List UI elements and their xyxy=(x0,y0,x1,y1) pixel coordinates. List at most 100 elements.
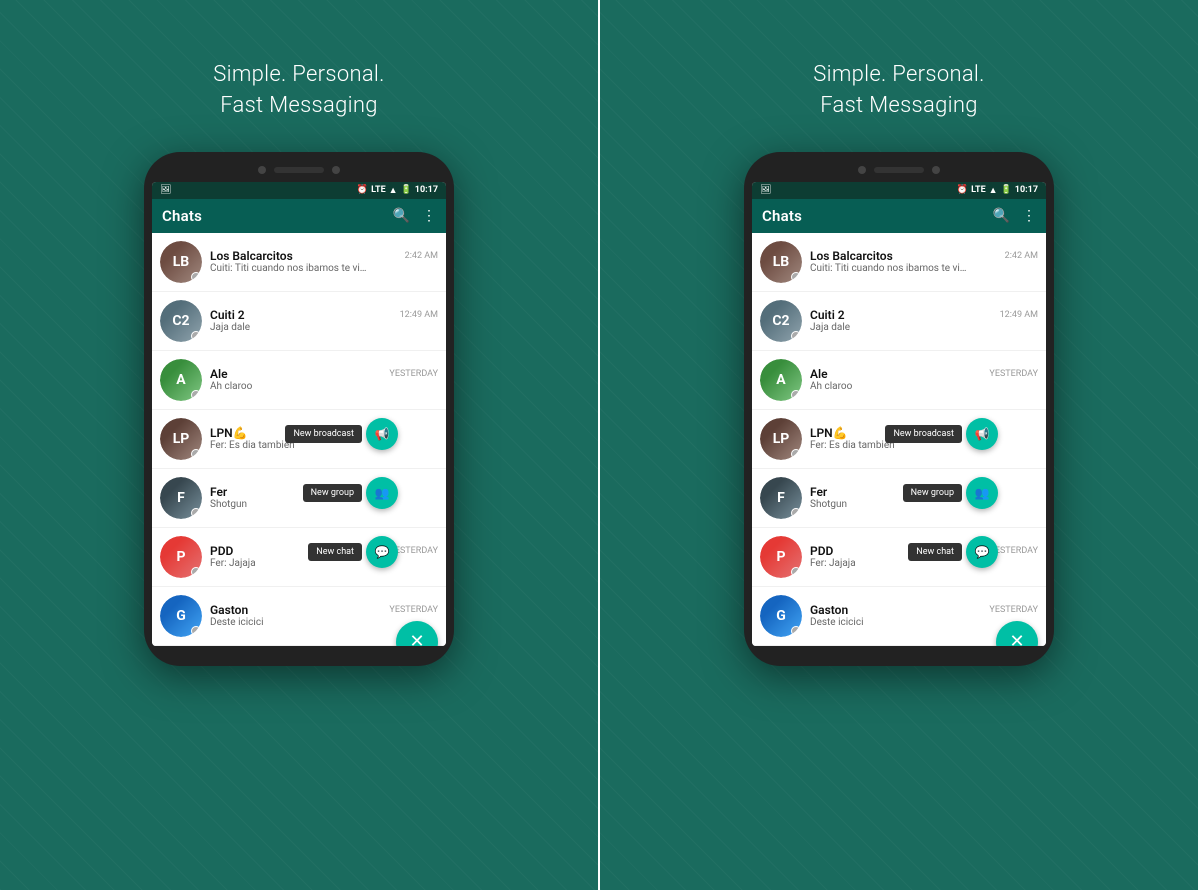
right-camera-dot xyxy=(858,166,866,174)
left-chat-name-los-balcarcitos: Los Balcarcitos xyxy=(210,249,293,263)
right-signal-icon: ▲ xyxy=(989,185,998,196)
left-avatar-gaston: G xyxy=(160,595,202,637)
right-chat-item-los-balcarcitos[interactable]: LB Los Balcarcitos 2:42 AM Cuiti: Titi c… xyxy=(752,233,1046,292)
right-avatar-cuiti-2: C2 xyxy=(760,300,802,342)
left-chat-name-gaston: Gaston xyxy=(210,603,248,617)
right-chat-preview-los-balcarcitos: Cuiti: Titi cuando nos ibamos te vim... xyxy=(810,263,970,274)
left-chat-item-los-balcarcitos[interactable]: LB Los Balcarcitos 2:42 AM Cuiti: Titi c… xyxy=(152,233,446,292)
phone-top xyxy=(152,166,446,174)
right-panel: Simple. Personal. Fast Messaging 🖼 ⏰ LTE… xyxy=(600,0,1198,890)
right-tagline: Simple. Personal. Fast Messaging xyxy=(813,60,985,122)
right-chats-title: Chats xyxy=(762,207,802,225)
right-chat-name-lpn: LPN💪 xyxy=(810,426,848,440)
right-header-icons: 🔍 ⋮ xyxy=(993,208,1036,224)
right-avatar-fer: F xyxy=(760,477,802,519)
right-wa-header: Chats 🔍 ⋮ xyxy=(752,199,1046,233)
right-new-broadcast-btn[interactable]: 📢 xyxy=(966,418,998,450)
left-chat-preview-gaston: Deste icicici xyxy=(210,617,370,628)
left-search-icon[interactable]: 🔍 xyxy=(393,208,410,224)
left-tagline: Simple. Personal. Fast Messaging xyxy=(213,60,385,122)
right-avatar-lpn: LP xyxy=(760,418,802,460)
left-chat-item-lpn[interactable]: LP LPN💪 YESTERDAY Fer: Es dia tambien Ne… xyxy=(152,410,446,469)
left-panel: Simple. Personal. Fast Messaging 🖼 ⏰ LTE… xyxy=(0,0,598,890)
right-avatar-pdd: P xyxy=(760,536,802,578)
right-search-icon[interactable]: 🔍 xyxy=(993,208,1010,224)
right-avatar-los-balcarcitos: LB xyxy=(760,241,802,283)
left-chat-preview-ale: Ah claroo xyxy=(210,381,370,392)
left-new-chat-label: New chat xyxy=(308,543,362,561)
right-new-broadcast-area: New broadcast 📢 xyxy=(885,418,998,450)
right-camera-dot-2 xyxy=(932,166,940,174)
right-new-chat-btn[interactable]: 💬 xyxy=(966,536,998,568)
left-phone: 🖼 ⏰ LTE ▲ 🔋 10:17 Chats 🔍 ⋮ xyxy=(144,152,454,666)
left-new-broadcast-label: New broadcast xyxy=(285,425,362,443)
left-chat-list: LB Los Balcarcitos 2:42 AM Cuiti: Titi c… xyxy=(152,233,446,646)
left-chat-time-ale: YESTERDAY xyxy=(389,369,438,379)
left-new-group-btn[interactable]: 👥 xyxy=(366,477,398,509)
right-chat-name-fer: Fer xyxy=(810,485,827,499)
left-chat-name-lpn: LPN💪 xyxy=(210,426,248,440)
right-avatar-ale: A xyxy=(760,359,802,401)
left-new-broadcast-area: New broadcast 📢 xyxy=(285,418,398,450)
camera-dot xyxy=(258,166,266,174)
left-chat-preview-los-balcarcitos: Cuiti: Titi cuando nos ibamos te vim... xyxy=(210,263,370,274)
left-phone-screen: 🖼 ⏰ LTE ▲ 🔋 10:17 Chats 🔍 ⋮ xyxy=(152,182,446,646)
left-chat-name-cuiti-2: Cuiti 2 xyxy=(210,308,245,322)
right-speaker xyxy=(874,167,924,173)
left-close-fab[interactable]: ✕ xyxy=(396,621,438,646)
right-new-group-btn[interactable]: 👥 xyxy=(966,477,998,509)
right-chat-time-gaston: YESTERDAY xyxy=(989,605,1038,615)
left-new-chat-area: New chat 💬 xyxy=(308,536,398,568)
left-main-fab-area: ✕ xyxy=(396,621,438,646)
right-chat-item-lpn[interactable]: LP LPN💪 YESTERDAY Fer: Es dia tambien Ne… xyxy=(752,410,1046,469)
right-chat-list: LB Los Balcarcitos 2:42 AM Cuiti: Titi c… xyxy=(752,233,1046,646)
left-avatar-lpn: LP xyxy=(160,418,202,460)
right-new-group-label: New group xyxy=(903,484,962,502)
left-avatar-cuiti-2: C2 xyxy=(160,300,202,342)
left-chat-name-fer: Fer xyxy=(210,485,227,499)
left-chat-item-fer[interactable]: F Fer YESTERDAY Shotgun New group 👥 xyxy=(152,469,446,528)
lte-label: LTE xyxy=(371,185,386,195)
left-chat-item-gaston[interactable]: G Gaston YESTERDAY Deste icicici ✕ xyxy=(152,587,446,646)
left-menu-icon[interactable]: ⋮ xyxy=(422,208,436,224)
left-chats-title: Chats xyxy=(162,207,202,225)
right-chat-item-cuiti-2[interactable]: C2 Cuiti 2 12:49 AM Jaja dale xyxy=(752,292,1046,351)
left-chat-time-cuiti-2: 12:49 AM xyxy=(400,310,438,320)
left-new-broadcast-btn[interactable]: 📢 xyxy=(366,418,398,450)
right-status-bar: 🖼 ⏰ LTE ▲ 🔋 10:17 xyxy=(752,182,1046,199)
right-chat-item-pdd[interactable]: P PDD YESTERDAY Fer: Jajaja New chat 💬 xyxy=(752,528,1046,587)
left-chat-item-ale[interactable]: A Ale YESTERDAY Ah claroo xyxy=(152,351,446,410)
right-menu-icon[interactable]: ⋮ xyxy=(1022,208,1036,224)
right-battery-icon: 🔋 xyxy=(1001,185,1012,195)
right-chat-name-gaston: Gaston xyxy=(810,603,848,617)
right-chat-preview-cuiti-2: Jaja dale xyxy=(810,322,970,333)
right-chat-time-cuiti-2: 12:49 AM xyxy=(1000,310,1038,320)
time-label: 10:17 xyxy=(415,185,438,195)
speaker xyxy=(274,167,324,173)
left-chat-item-pdd[interactable]: P PDD YESTERDAY Fer: Jajaja New chat 💬 xyxy=(152,528,446,587)
right-chat-name-pdd: PDD xyxy=(810,544,833,558)
battery-icon: 🔋 xyxy=(401,185,412,195)
left-status-right: ⏰ LTE ▲ 🔋 10:17 xyxy=(357,185,438,196)
alarm-icon: ⏰ xyxy=(357,185,368,195)
left-status-left: 🖼 xyxy=(160,185,171,195)
right-alarm-icon: ⏰ xyxy=(957,185,968,195)
right-status-left: 🖼 xyxy=(760,185,771,195)
right-chat-time-los-balcarcitos: 2:42 AM xyxy=(1005,251,1038,261)
right-new-group-area: New group 👥 xyxy=(903,477,998,509)
left-avatar-los-balcarcitos: LB xyxy=(160,241,202,283)
left-status-bar: 🖼 ⏰ LTE ▲ 🔋 10:17 xyxy=(152,182,446,199)
right-chat-time-ale: YESTERDAY xyxy=(989,369,1038,379)
right-time-label: 10:17 xyxy=(1015,185,1038,195)
left-chat-item-cuiti-2[interactable]: C2 Cuiti 2 12:49 AM Jaja dale xyxy=(152,292,446,351)
right-chat-item-ale[interactable]: A Ale YESTERDAY Ah claroo xyxy=(752,351,1046,410)
left-new-chat-btn[interactable]: 💬 xyxy=(366,536,398,568)
right-status-right: ⏰ LTE ▲ 🔋 10:17 xyxy=(957,185,1038,196)
right-new-chat-area: New chat 💬 xyxy=(908,536,998,568)
right-close-fab[interactable]: ✕ xyxy=(996,621,1038,646)
left-chat-name-ale: Ale xyxy=(210,367,228,381)
right-chat-preview-ale: Ah claroo xyxy=(810,381,970,392)
left-header-icons: 🔍 ⋮ xyxy=(393,208,436,224)
right-chat-item-gaston[interactable]: G Gaston YESTERDAY Deste icicici ✕ xyxy=(752,587,1046,646)
right-chat-item-fer[interactable]: F Fer YESTERDAY Shotgun New group 👥 xyxy=(752,469,1046,528)
